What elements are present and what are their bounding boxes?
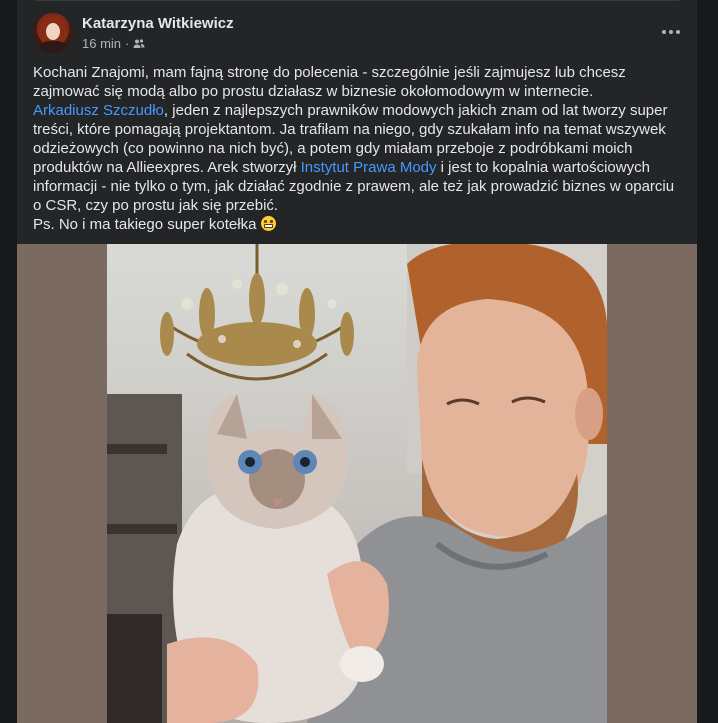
more-dots-icon xyxy=(662,30,680,34)
avatar[interactable] xyxy=(33,13,73,53)
grimacing-face-emoji-icon xyxy=(260,216,276,231)
post-card: Katarzyna Witkiewicz 16 min · Kochani Zn… xyxy=(17,0,697,723)
post-header: Katarzyna Witkiewicz 16 min · xyxy=(33,13,681,55)
post-meta: 16 min · xyxy=(82,36,145,51)
author-name[interactable]: Katarzyna Witkiewicz xyxy=(82,15,234,32)
post-paragraph: Kochani Znajomi, mam fajną stronę do pol… xyxy=(33,63,683,234)
post-text: Kochani Znajomi, mam fajną stronę do pol… xyxy=(33,63,683,234)
text-intro: Kochani Znajomi, mam fajną stronę do pol… xyxy=(33,64,626,100)
post-photo[interactable] xyxy=(107,244,607,723)
meta-separator: · xyxy=(125,36,130,51)
more-options-button[interactable] xyxy=(657,19,685,45)
photo-man-with-kitten xyxy=(107,244,607,723)
divider xyxy=(35,0,679,1)
page-link[interactable]: Instytut Prawa Mody xyxy=(301,159,437,176)
post-timestamp[interactable]: 16 min xyxy=(82,36,121,51)
text-ps: Ps. No i ma takiego super kotełka xyxy=(33,216,261,233)
friends-icon[interactable] xyxy=(133,38,145,50)
post-photo-container[interactable] xyxy=(17,244,697,723)
mention-link[interactable]: Arkadiusz Szczudło xyxy=(33,102,164,119)
